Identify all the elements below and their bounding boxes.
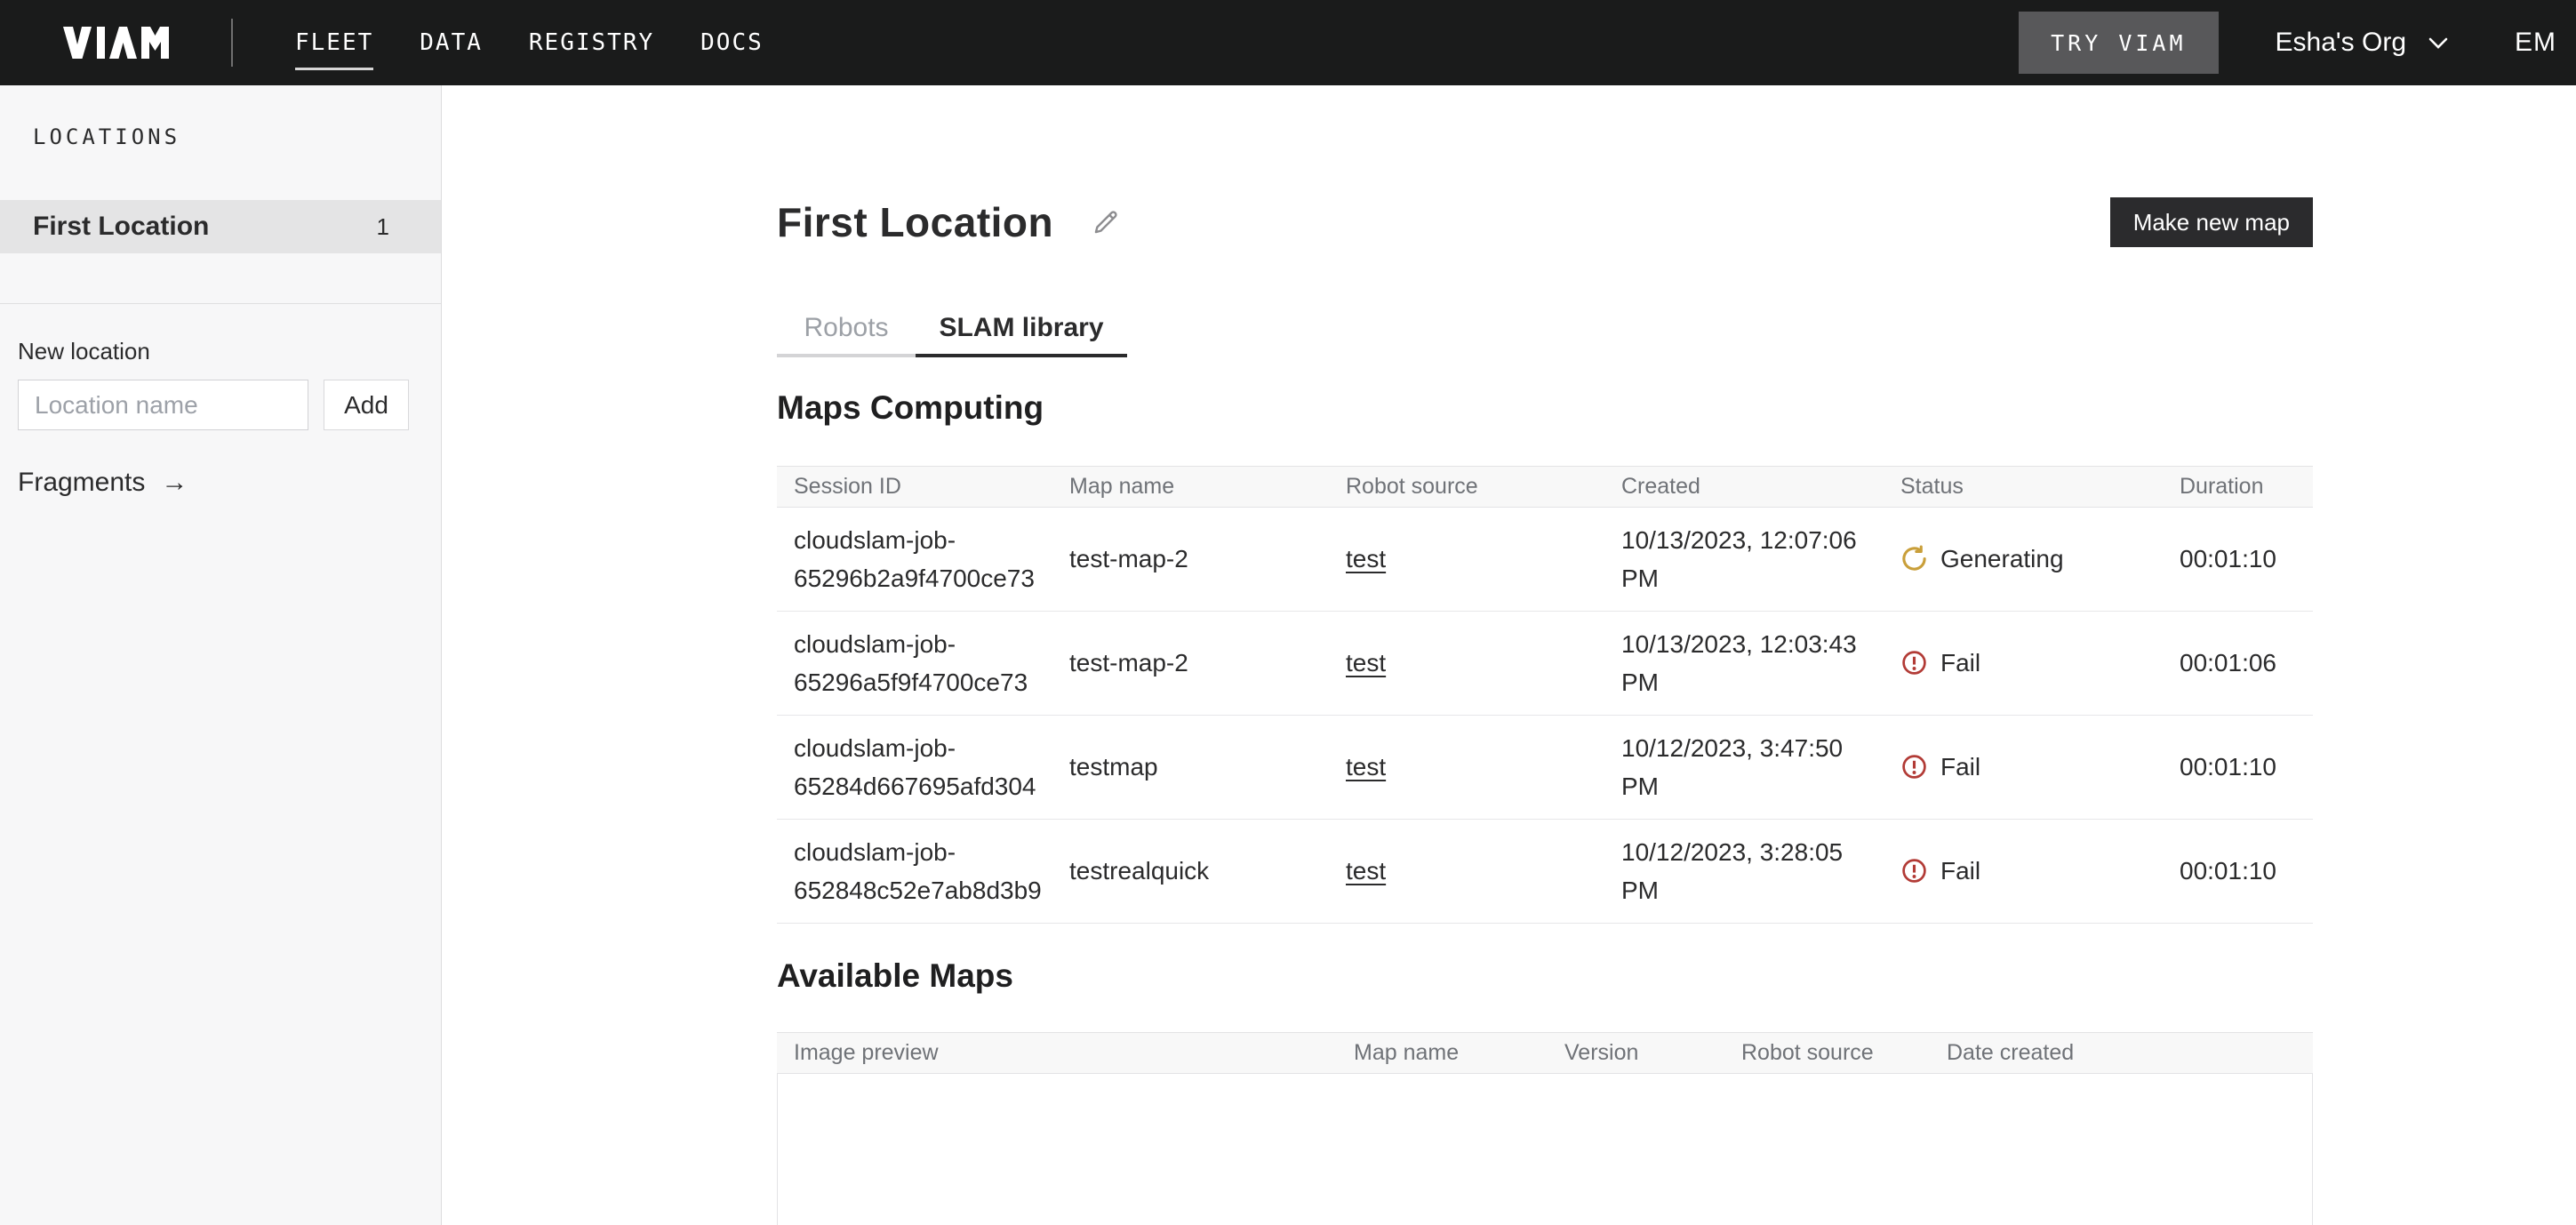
user-initials-avatar[interactable]: EM xyxy=(2515,28,2556,58)
robot-source-link[interactable]: test xyxy=(1346,545,1386,572)
maps-computing-heading: Maps Computing xyxy=(777,389,2313,427)
column-header-version: Version xyxy=(1564,1040,1741,1066)
column-header-date-created: Date created xyxy=(1947,1040,2313,1066)
map-name-cell: test-map-2 xyxy=(1069,540,1346,578)
status-cell: Fail xyxy=(1900,852,2180,890)
created-cell: 10/13/2023, 12:03:43 PM xyxy=(1621,625,1900,702)
status-cell: Generating xyxy=(1900,540,2180,578)
fragments-label: Fragments xyxy=(18,468,145,498)
primary-nav: FLEET DATA REGISTRY DOCS xyxy=(295,29,764,56)
make-new-map-button[interactable]: Make new map xyxy=(2110,197,2313,247)
nav-right-cluster: TRY VIAM Esha's Org EM xyxy=(2019,12,2556,74)
column-header-robot-source: Robot source xyxy=(1346,474,1621,500)
tab-robots[interactable]: Robots xyxy=(777,302,916,357)
maps-computing-row: cloudslam-job-65284d667695afd304 testmap… xyxy=(777,716,2313,820)
map-name-cell: testmap xyxy=(1069,748,1346,786)
available-maps-table: Image preview Map name Version Robot sou… xyxy=(777,1032,2313,1225)
status-label: Fail xyxy=(1940,644,1980,682)
location-tabs: Robots SLAM library xyxy=(777,302,2313,357)
page-title: First Location xyxy=(777,198,1053,246)
session-id-cell: cloudslam-job-65296a5f9f4700ce73 xyxy=(794,625,1069,702)
nav-divider xyxy=(231,19,233,67)
sidebar-divider xyxy=(0,303,441,304)
org-name: Esha's Org xyxy=(2276,28,2406,58)
duration-cell: 00:01:10 xyxy=(2180,852,2313,890)
location-name: First Location xyxy=(33,212,209,242)
nav-item-data[interactable]: DATA xyxy=(420,29,483,56)
location-robot-count: 1 xyxy=(377,213,389,241)
robot-source-link[interactable]: test xyxy=(1346,753,1386,781)
map-name-cell: test-map-2 xyxy=(1069,644,1346,682)
fail-icon xyxy=(1900,649,1928,677)
robot-source-link[interactable]: test xyxy=(1346,857,1386,885)
column-header-map-name: Map name xyxy=(1069,474,1346,500)
available-maps-heading: Available Maps xyxy=(777,957,2313,995)
column-header-session-id: Session ID xyxy=(794,474,1069,500)
viam-logo-icon xyxy=(59,25,176,60)
nav-item-docs[interactable]: DOCS xyxy=(700,29,764,56)
column-header-created: Created xyxy=(1621,474,1900,500)
created-cell: 10/13/2023, 12:07:06 PM xyxy=(1621,521,1900,598)
robot-source-link[interactable]: test xyxy=(1346,649,1386,677)
column-header-duration: Duration xyxy=(2180,474,2313,500)
viam-app-screen: FLEET DATA REGISTRY DOCS TRY VIAM Esha's… xyxy=(0,0,2576,1225)
edit-location-name-icon[interactable] xyxy=(1091,207,1121,237)
session-id-cell: cloudslam-job-652848c52e7ab8d3b9 xyxy=(794,833,1069,910)
column-header-map-name: Map name xyxy=(1354,1040,1564,1066)
status-label: Generating xyxy=(1940,540,2064,578)
status-cell: Fail xyxy=(1900,644,2180,682)
tab-slam-library[interactable]: SLAM library xyxy=(916,302,1127,357)
try-viam-button[interactable]: TRY VIAM xyxy=(2019,12,2218,74)
session-id-cell: cloudslam-job-65296b2a9f4700ce73 xyxy=(794,521,1069,598)
arrow-right-icon: → xyxy=(161,468,188,498)
add-location-button[interactable]: Add xyxy=(324,380,409,430)
fail-icon xyxy=(1900,857,1928,885)
maps-computing-row: cloudslam-job-65296b2a9f4700ce73 test-ma… xyxy=(777,508,2313,612)
maps-computing-header-row: Session ID Map name Robot source Created… xyxy=(777,467,2313,508)
page-title-row: First Location Make new map xyxy=(777,197,2313,247)
maps-computing-row: cloudslam-job-652848c52e7ab8d3b9 testrea… xyxy=(777,820,2313,924)
new-location-form: Add xyxy=(18,380,441,430)
available-maps-header-row: Image preview Map name Version Robot sou… xyxy=(777,1033,2313,1074)
locations-heading: LOCATIONS xyxy=(33,124,441,149)
duration-cell: 00:01:10 xyxy=(2180,748,2313,786)
status-label: Fail xyxy=(1940,748,1980,786)
created-cell: 10/12/2023, 3:47:50 PM xyxy=(1621,729,1900,806)
nav-item-fleet[interactable]: FLEET xyxy=(295,29,373,56)
locations-sidebar: LOCATIONS First Location 1 New location … xyxy=(0,85,442,1225)
fragments-link[interactable]: Fragments → xyxy=(18,468,188,498)
column-header-image-preview: Image preview xyxy=(794,1040,1354,1066)
available-maps-empty-body xyxy=(777,1074,2313,1225)
duration-cell: 00:01:06 xyxy=(2180,644,2313,682)
column-header-robot-source: Robot source xyxy=(1741,1040,1947,1066)
column-header-status: Status xyxy=(1900,474,2180,500)
main-content: First Location Make new map Robots SLAM … xyxy=(442,85,2576,1225)
viam-logo[interactable] xyxy=(59,25,176,60)
maps-computing-table: Session ID Map name Robot source Created… xyxy=(777,466,2313,924)
created-cell: 10/12/2023, 3:28:05 PM xyxy=(1621,833,1900,910)
status-label: Fail xyxy=(1940,852,1980,890)
map-name-cell: testrealquick xyxy=(1069,852,1346,890)
top-nav-bar: FLEET DATA REGISTRY DOCS TRY VIAM Esha's… xyxy=(0,0,2576,85)
duration-cell: 00:01:10 xyxy=(2180,540,2313,578)
generating-icon xyxy=(1900,545,1928,572)
status-cell: Fail xyxy=(1900,748,2180,786)
sidebar-item-first-location[interactable]: First Location 1 xyxy=(0,200,441,253)
new-location-label: New location xyxy=(18,338,441,365)
maps-computing-row: cloudslam-job-65296a5f9f4700ce73 test-ma… xyxy=(777,612,2313,716)
nav-item-registry[interactable]: REGISTRY xyxy=(529,29,654,56)
fail-icon xyxy=(1900,753,1928,781)
chevron-down-icon xyxy=(2428,36,2449,50)
session-id-cell: cloudslam-job-65284d667695afd304 xyxy=(794,729,1069,806)
location-name-input[interactable] xyxy=(18,380,308,430)
org-switcher[interactable]: Esha's Org xyxy=(2276,28,2449,58)
